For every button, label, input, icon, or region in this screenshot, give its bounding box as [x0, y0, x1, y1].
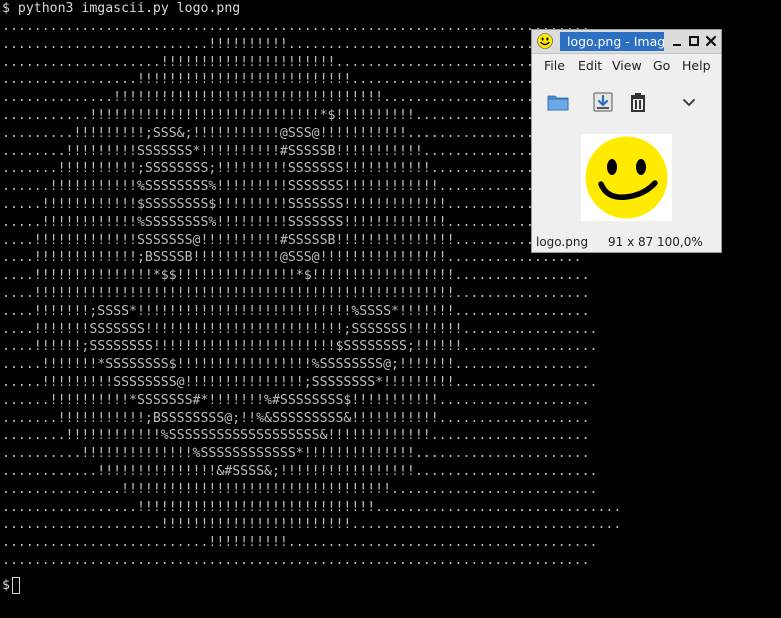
prompt-symbol: $ — [2, 578, 10, 593]
ascii-art-line: ....!!!!!!;SSSSSSSS!!!!!!!!!!!!!!!!!!!!!… — [2, 339, 598, 355]
ascii-art-line: ....................!!!!!!!!!!!!!!!!!!!!… — [2, 517, 622, 533]
ascii-art-line: ....!!!!!!!!!!!!!;BSSSSB!!!!!!!!!!!@SSS@… — [2, 250, 582, 266]
input-prompt-line[interactable]: $ — [2, 576, 20, 596]
ascii-art-line: ....!!!!!!!!!!!!!!!*$$!!!!!!!!!!!!!!!*$!… — [2, 268, 590, 284]
toolbar — [532, 88, 721, 116]
image-display-area[interactable] — [532, 124, 721, 226]
ascii-art-line: .....!!!!!!!*SSSSSSSS$!!!!!!!!!!!!!!!!!%… — [2, 357, 590, 373]
ascii-art-line: ............!!!!!!!!!!!!!!!&#SSSS&;!!!!!… — [2, 463, 598, 479]
status-dimensions: 91 x 87 — [608, 235, 654, 249]
smiley-face-image — [585, 136, 668, 219]
ascii-art-line: ........!!!!!!!!!!!!%SSSSSSSSSSSSSSSSSSS… — [2, 428, 590, 444]
ascii-art-line: ......!!!!!!!!!!!%SSSSSSSS%!!!!!!!!!SSSS… — [2, 179, 590, 195]
window-title: logo.png - Image Viewer — [560, 32, 664, 51]
ascii-art-line: ..............!!!!!!!!!!!!!!!!!!!!!!!!!!… — [2, 90, 590, 106]
menu-help[interactable]: Help — [682, 58, 711, 74]
chevron-down-icon[interactable] — [677, 90, 701, 114]
trash-icon[interactable] — [626, 90, 650, 114]
ascii-art-line: .......!!!!!!!!!!;SSSSSSSS;!!!!!!!!!SSSS… — [2, 161, 590, 177]
image-viewer-window[interactable]: logo.png - Image Viewer File Edit View G… — [531, 29, 722, 253]
ascii-art-line: ....................!!!!!!!!!!!!!!!!!!!!… — [2, 54, 606, 70]
menu-view[interactable]: View — [612, 58, 642, 74]
text-cursor — [11, 576, 20, 594]
save-icon[interactable] — [591, 90, 615, 114]
menu-edit[interactable]: Edit — [578, 58, 602, 74]
command-line: $ python3 imgascii.py logo.png — [2, 0, 240, 18]
ascii-art-line: ........!!!!!!!!!SSSSSSS*!!!!!!!!!!#SSSS… — [2, 143, 590, 159]
ascii-art-line: ........................................… — [2, 552, 590, 568]
ascii-art-line: ....!!!!!!!!!!!!!SSSSSSS@!!!!!!!!!!#SSSS… — [2, 232, 590, 248]
ascii-art-line: .....!!!!!!!!!!!!%SSSSSSSS%!!!!!!!!!SSSS… — [2, 214, 590, 230]
folder-icon[interactable] — [546, 90, 570, 114]
ascii-art-line: ..........................!!!!!!!!!!....… — [2, 36, 598, 52]
ascii-art-line: ...............!!!!!!!!!!!!!!!!!!!!!!!!!… — [2, 481, 598, 497]
status-bar: logo.png 91 x 87 100,0% — [532, 232, 721, 252]
minimize-icon[interactable] — [670, 34, 684, 48]
ascii-art-line: ........................................… — [2, 19, 590, 34]
ascii-art-line: ....!!!!!!!;SSSS*!!!!!!!!!!!!!!!!!!!!!!!… — [2, 303, 590, 319]
ascii-art-line: .....!!!!!!!!!!!!$SSSSSSSS$!!!!!!!!!SSSS… — [2, 196, 590, 212]
title-bar[interactable]: logo.png - Image Viewer — [532, 30, 721, 54]
maximize-icon[interactable] — [687, 34, 701, 48]
ascii-art-line: ...........!!!!!!!!!!!!!!!!!!!!!!!!!!!!!… — [2, 107, 606, 123]
ascii-art-line: .....!!!!!!!!!SSSSSSSS@!!!!!!!!!!!!!!!;S… — [2, 374, 598, 390]
ascii-art-output: ........................................… — [2, 18, 621, 570]
ascii-art-line: .........!!!!!!!!!;SSS&;!!!!!!!!!!!@SSS@… — [2, 125, 590, 141]
command-text: python3 imgascii.py logo.png — [17, 1, 241, 16]
status-filename: logo.png — [536, 235, 589, 249]
ascii-art-line: ..........................!!!!!!!!!!....… — [2, 535, 598, 551]
status-zoom: 100,0% — [657, 235, 703, 249]
menu-bar: File Edit View Go Help — [532, 55, 721, 77]
ascii-art-line: ....!!!!!!!!!!!!!!!!!!!!!!!!!!!!!!!!!!!!… — [2, 285, 590, 301]
menu-go[interactable]: Go — [653, 58, 670, 74]
close-icon[interactable] — [704, 34, 718, 48]
ascii-art-line: .......!!!!!!!!!!!;BSSSSSSSS@;!!%&SSSSSS… — [2, 410, 590, 426]
smiley-app-icon — [537, 33, 553, 49]
prompt-symbol: $ — [2, 1, 10, 16]
ascii-art-line: .................!!!!!!!!!!!!!!!!!!!!!!!… — [2, 72, 582, 88]
ascii-art-line: .................!!!!!!!!!!!!!!!!!!!!!!!… — [2, 499, 622, 515]
ascii-art-line: ..........!!!!!!!!!!!!!!%SSSSSSSSSSSS*!!… — [2, 446, 590, 462]
displayed-image — [581, 134, 672, 221]
menu-file[interactable]: File — [544, 58, 565, 74]
ascii-art-line: ......!!!!!!!!!!*SSSSSSS#*!!!!!!!%#SSSSS… — [2, 392, 590, 408]
ascii-art-line: ....!!!!!!!SSSSSSS!!!!!!!!!!!!!!!!!!!!!!… — [2, 321, 598, 337]
